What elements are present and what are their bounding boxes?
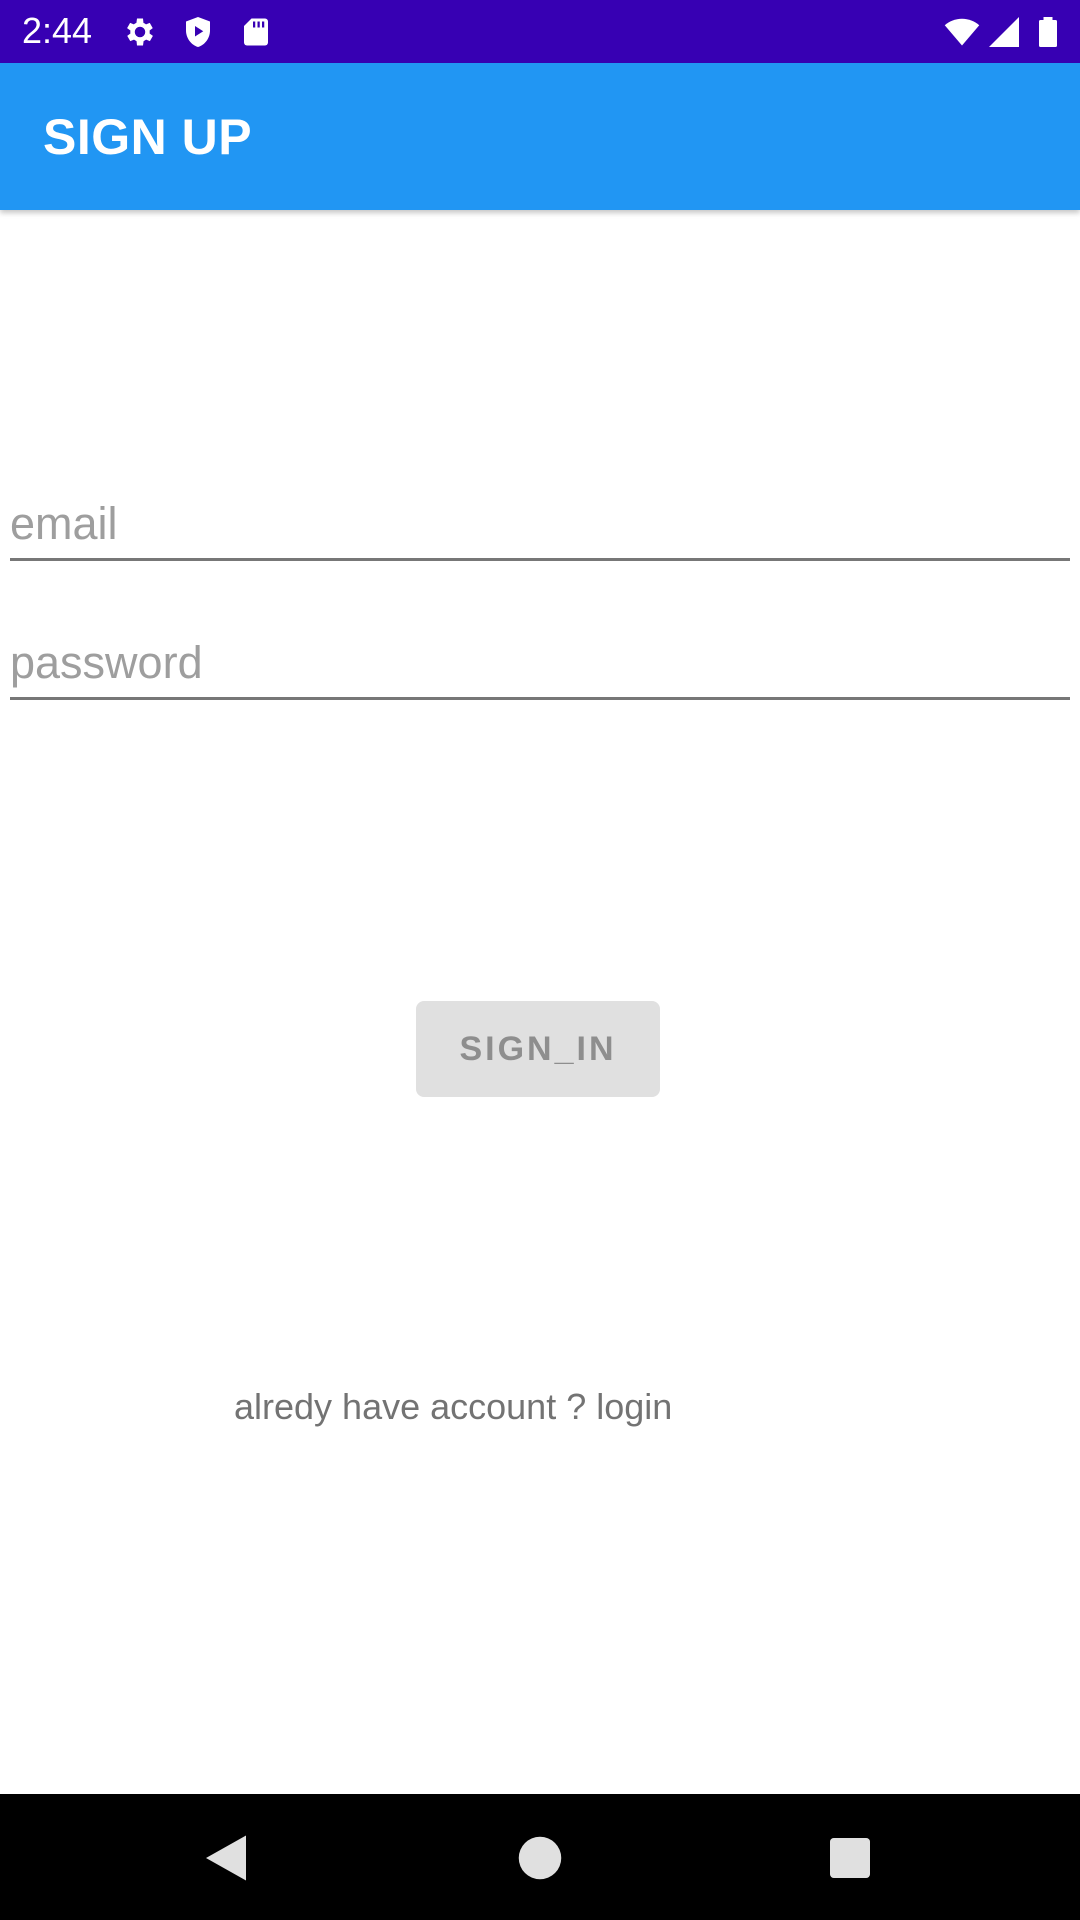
recents-icon[interactable] <box>820 1828 880 1888</box>
sd-card-icon <box>238 14 274 50</box>
status-bar: 2:44 <box>0 0 1080 63</box>
email-field-container <box>10 488 1070 561</box>
password-field[interactable] <box>10 635 1070 691</box>
gear-icon <box>122 14 158 50</box>
status-time: 2:44 <box>22 10 93 51</box>
email-field[interactable] <box>10 496 1070 552</box>
page-title: SIGN UP <box>43 109 253 165</box>
app-bar: SIGN UP <box>0 63 1080 210</box>
cell-signal-icon <box>986 14 1022 50</box>
navigation-bar <box>0 1794 1080 1920</box>
wifi-icon <box>944 14 980 50</box>
login-link[interactable]: alredy have account ? login <box>234 1385 672 1429</box>
shield-play-icon <box>180 14 216 50</box>
password-field-container <box>10 627 1070 700</box>
sign-in-button[interactable]: SIGN_IN <box>416 1001 660 1097</box>
back-icon[interactable] <box>196 1828 256 1888</box>
battery-icon <box>1030 14 1066 50</box>
home-icon[interactable] <box>510 1828 570 1888</box>
